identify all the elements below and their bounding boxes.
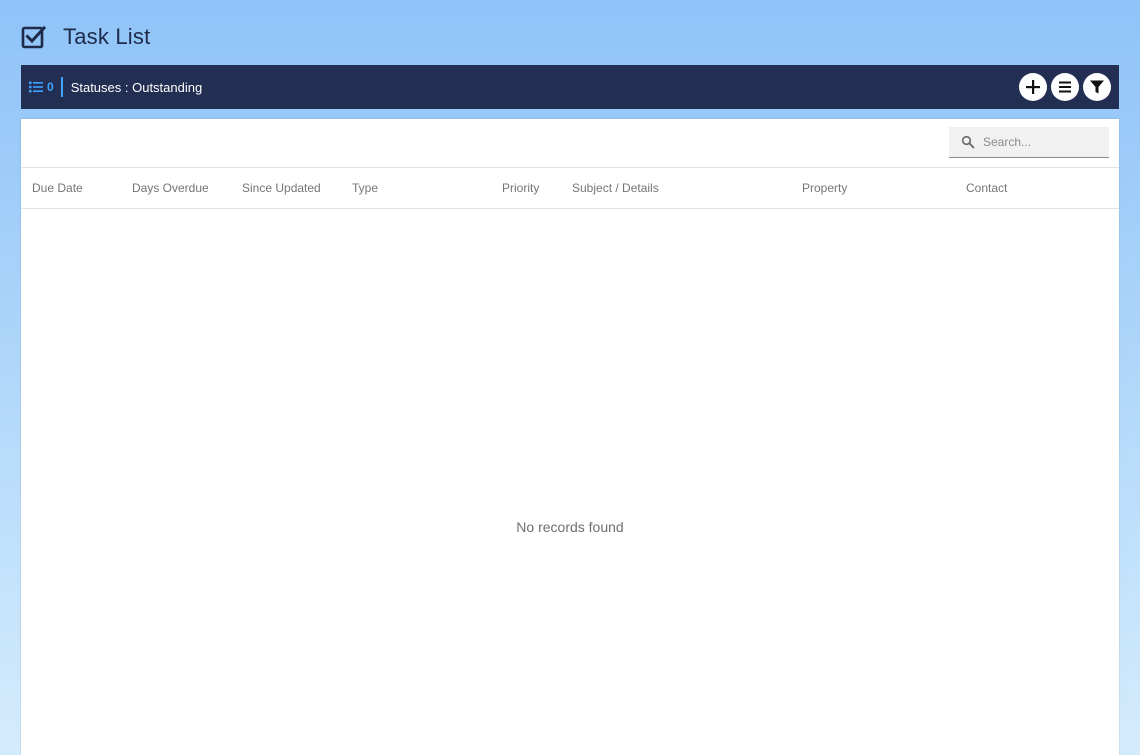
column-header-days-overdue[interactable]: Days Overdue bbox=[132, 181, 209, 195]
checkbox-checked-icon bbox=[21, 25, 47, 49]
record-count: 0 bbox=[29, 77, 54, 97]
menu-button[interactable] bbox=[1051, 73, 1079, 101]
column-header-priority[interactable]: Priority bbox=[502, 181, 539, 195]
toolbar-divider bbox=[60, 77, 63, 97]
menu-icon bbox=[1059, 81, 1071, 93]
filter-button[interactable] bbox=[1083, 73, 1111, 101]
add-icon bbox=[1026, 80, 1040, 94]
column-header-type[interactable]: Type bbox=[352, 181, 378, 195]
column-header-contact[interactable]: Contact bbox=[966, 181, 1007, 195]
task-list-panel: Due Date Days Overdue Since Updated Type… bbox=[21, 119, 1119, 755]
search-input[interactable] bbox=[981, 134, 1105, 150]
add-task-button[interactable] bbox=[1019, 73, 1047, 101]
task-toolbar: 0 Statuses : Outstanding bbox=[21, 65, 1119, 109]
record-count-value: 0 bbox=[47, 80, 54, 94]
table-header: Due Date Days Overdue Since Updated Type… bbox=[21, 168, 1119, 209]
toolbar-actions bbox=[1015, 73, 1111, 101]
search-icon bbox=[961, 135, 975, 149]
column-header-subject-details[interactable]: Subject / Details bbox=[572, 181, 659, 195]
column-header-since-updated[interactable]: Since Updated bbox=[242, 181, 321, 195]
column-header-due-date[interactable]: Due Date bbox=[32, 181, 83, 195]
filter-icon bbox=[1090, 80, 1104, 94]
column-header-property[interactable]: Property bbox=[802, 181, 847, 195]
search-box[interactable] bbox=[949, 127, 1109, 158]
list-icon bbox=[29, 81, 43, 93]
panel-search-bar bbox=[21, 119, 1119, 168]
status-filter-label[interactable]: Statuses : Outstanding bbox=[71, 80, 203, 95]
empty-state-message: No records found bbox=[516, 519, 624, 535]
page-header: Task List bbox=[21, 22, 150, 52]
page-title: Task List bbox=[63, 24, 151, 49]
